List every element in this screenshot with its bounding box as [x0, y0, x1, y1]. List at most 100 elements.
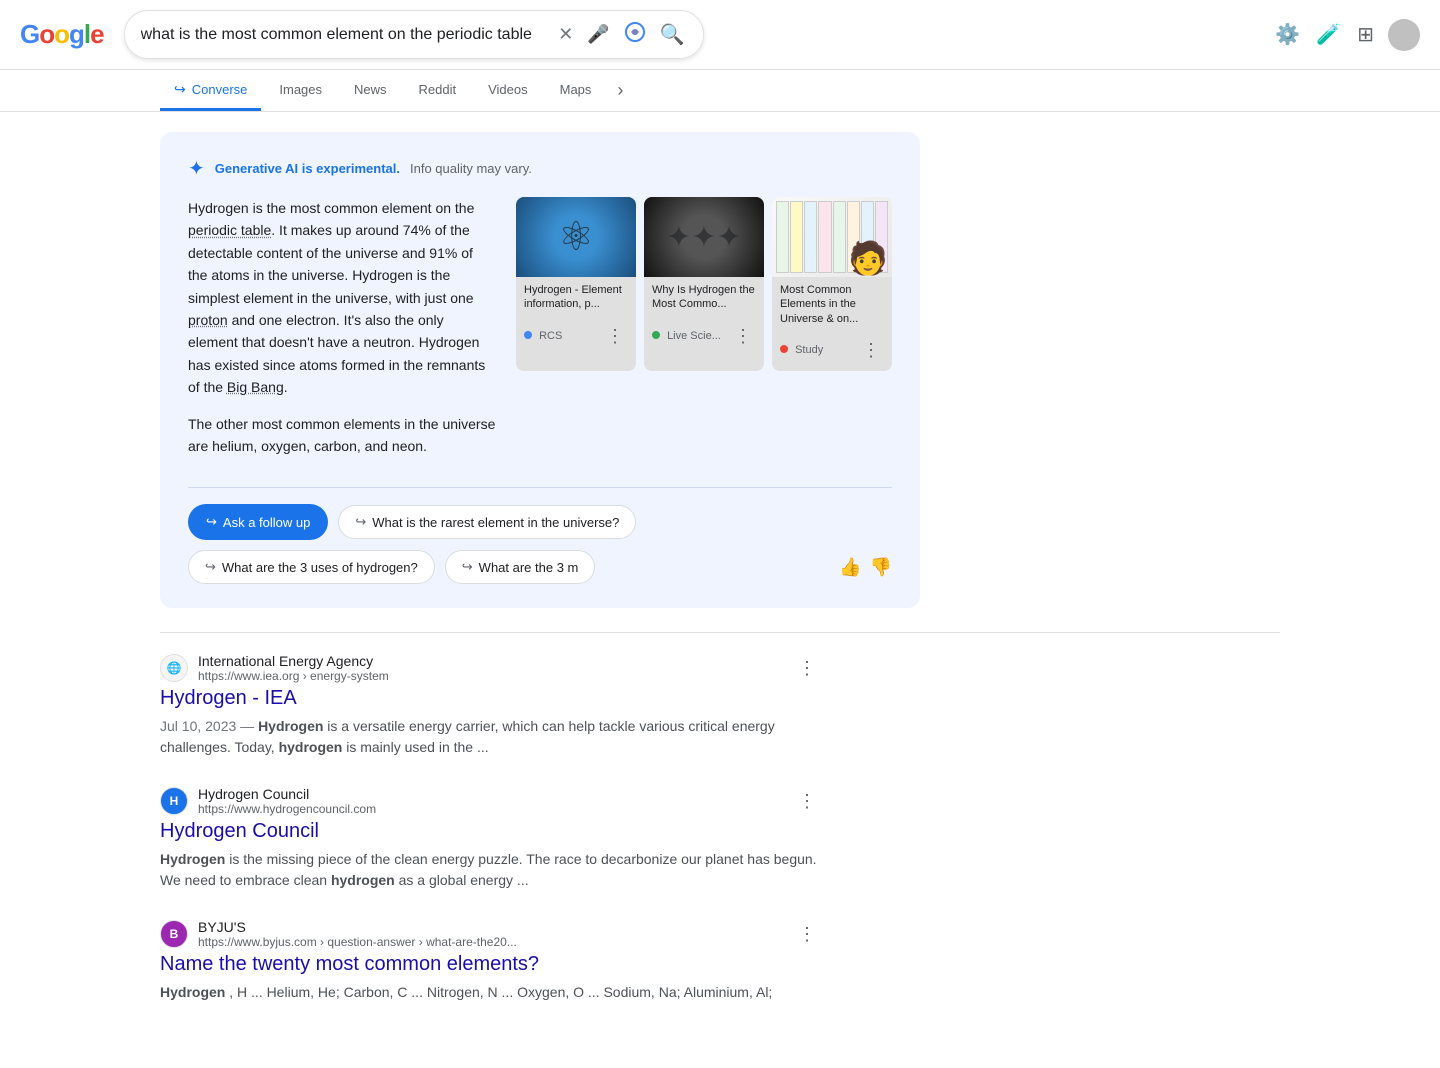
tab-videos-label: Videos	[488, 82, 528, 97]
clear-button[interactable]: ✕	[556, 22, 575, 47]
result-title-hc[interactable]: Hydrogen Council	[160, 820, 820, 843]
search-icons: ✕ 🎤 🔍	[556, 19, 686, 50]
proton-link[interactable]: proton	[188, 312, 228, 328]
result-site-name-hc: Hydrogen Council	[198, 786, 784, 802]
ai-image-card-2[interactable]: ✦✦✦ Why Is Hydrogen the Most Commo... Li…	[644, 197, 764, 371]
search-icon: 🔍	[660, 22, 685, 47]
result-date-iea: Jul 10, 2023 —	[160, 718, 254, 734]
gear-icon: ⚙️	[1275, 22, 1300, 47]
ai-image-source-2: Live Scie... ⋮	[644, 318, 764, 357]
followup-bar: ↪ Ask a follow up ↪ What is the rarest e…	[188, 487, 892, 584]
result-favicon-iea: 🌐	[160, 654, 188, 682]
image-menu-1[interactable]: ⋮	[602, 322, 628, 351]
labs-button[interactable]: 🧪	[1314, 20, 1343, 49]
ai-image-thumb-3: 🧑	[772, 197, 892, 277]
ai-text: Hydrogen is the most common element on t…	[188, 197, 496, 471]
followup-rarest-button[interactable]: ↪ What is the rarest element in the univ…	[338, 505, 636, 539]
tab-images[interactable]: Images	[265, 72, 336, 110]
result-menu-hc[interactable]: ⋮	[794, 787, 820, 816]
tab-converse-label: Converse	[192, 82, 248, 97]
ai-image-card-3[interactable]: 🧑 Most Common Elements in the Universe &…	[772, 197, 892, 371]
ai-sparkle-icon: ✦	[188, 156, 205, 181]
ai-image-thumb-1: ⚛	[516, 197, 636, 277]
ai-header: ✦ Generative AI is experimental. Info qu…	[188, 156, 892, 181]
followup-uses-label: What are the 3 uses of hydrogen?	[222, 560, 418, 575]
voice-search-button[interactable]: 🎤	[585, 22, 611, 47]
result-site-name-byjus: BYJU'S	[198, 919, 784, 935]
result-menu-iea[interactable]: ⋮	[794, 654, 820, 683]
followup-arrow-icon-4: ↪	[462, 559, 473, 575]
ai-paragraph-2: The other most common elements in the un…	[188, 413, 496, 458]
header-right: ⚙️ 🧪 ⊞	[1273, 19, 1420, 51]
source-dot-1	[524, 331, 532, 339]
result-favicon-hc: H	[160, 787, 188, 815]
thumbs-down-icon: 👎	[870, 557, 892, 577]
feedback-icons: 👍 👎	[839, 557, 892, 578]
tab-reddit-label: Reddit	[419, 82, 457, 97]
microphone-icon: 🎤	[587, 24, 609, 45]
result-item-byjus: B BYJU'S https://www.byjus.com › questio…	[160, 919, 820, 1003]
result-snippet-bold1-hc: Hydrogen	[160, 851, 225, 867]
image-menu-2[interactable]: ⋮	[730, 322, 756, 351]
big-bang-link[interactable]: Big Bang	[227, 379, 284, 395]
result-snippet-hc: Hydrogen is the missing piece of the cle…	[160, 849, 820, 891]
search-input[interactable]	[141, 26, 547, 44]
ask-followup-button[interactable]: ↪ Ask a follow up	[188, 504, 328, 540]
lens-search-button[interactable]	[622, 19, 648, 50]
followup-uses-button[interactable]: ↪ What are the 3 uses of hydrogen?	[188, 550, 435, 584]
result-snippet-bold1-iea: Hydrogen	[258, 718, 323, 734]
ai-image-card-1[interactable]: ⚛ Hydrogen - Element information, p... R…	[516, 197, 636, 371]
followup-rarest-label: What is the rarest element in the univer…	[372, 515, 619, 530]
ai-images: ⚛ Hydrogen - Element information, p... R…	[516, 197, 892, 471]
ai-image-cards: ⚛ Hydrogen - Element information, p... R…	[516, 197, 892, 371]
search-button[interactable]: 🔍	[658, 20, 687, 49]
result-snippet-iea: Jul 10, 2023 — Hydrogen is a versatile e…	[160, 716, 820, 758]
followup-arrow-icon-2: ↪	[355, 514, 366, 530]
result-snippet-text2-iea: is mainly used in the ...	[346, 739, 488, 755]
result-site-name-iea: International Energy Agency	[198, 653, 784, 669]
tab-videos[interactable]: Videos	[474, 72, 542, 110]
result-favicon-byjus: B	[160, 920, 188, 948]
periodic-table-link[interactable]: periodic table	[188, 222, 271, 238]
result-snippet-bold2-iea: hydrogen	[279, 739, 343, 755]
result-title-byjus[interactable]: Name the twenty most common elements?	[160, 953, 820, 976]
result-snippet-text1-byjus: , H ... Helium, He; Carbon, C ... Nitrog…	[229, 984, 772, 1000]
result-url-iea: https://www.iea.org › energy-system	[198, 669, 784, 683]
followup-what3-button[interactable]: ↪ What are the 3 m	[445, 550, 596, 584]
result-menu-byjus[interactable]: ⋮	[794, 920, 820, 949]
avatar[interactable]	[1388, 19, 1420, 51]
image-menu-3[interactable]: ⋮	[858, 336, 884, 365]
apps-button[interactable]: ⊞	[1355, 20, 1376, 49]
ai-image-source-3: Study ⋮	[772, 332, 892, 371]
result-site-info-iea: International Energy Agency https://www.…	[198, 653, 784, 683]
labs-icon: 🧪	[1316, 22, 1341, 47]
nav-more-button[interactable]: ›	[609, 70, 631, 111]
thumbs-down-button[interactable]: 👎	[870, 557, 892, 578]
tab-images-label: Images	[279, 82, 322, 97]
result-snippet-text2-hc: as a global energy ...	[399, 872, 529, 888]
ai-image-caption-3: Most Common Elements in the Universe & o…	[772, 277, 892, 332]
followup-what3-label: What are the 3 m	[479, 560, 579, 575]
iea-favicon-img: 🌐	[167, 661, 182, 675]
header: Google ✕ 🎤	[0, 0, 1440, 70]
tab-reddit[interactable]: Reddit	[405, 72, 471, 110]
thumbs-up-icon: 👍	[839, 557, 861, 577]
thumbs-up-button[interactable]: 👍	[839, 557, 861, 578]
result-title-iea[interactable]: Hydrogen - IEA	[160, 687, 820, 710]
result-header-hc: H Hydrogen Council https://www.hydrogenc…	[160, 786, 820, 816]
result-item-iea: 🌐 International Energy Agency https://ww…	[160, 653, 820, 758]
ai-image-caption-1: Hydrogen - Element information, p...	[516, 277, 636, 318]
ai-experimental-label: Generative AI is experimental.	[215, 161, 400, 176]
ai-paragraph-1: Hydrogen is the most common element on t…	[188, 197, 496, 399]
tab-news[interactable]: News	[340, 72, 401, 110]
result-url-hc: https://www.hydrogencouncil.com	[198, 802, 784, 816]
result-snippet-byjus: Hydrogen , H ... Helium, He; Carbon, C .…	[160, 982, 820, 1003]
ai-image-caption-2: Why Is Hydrogen the Most Commo...	[644, 277, 764, 318]
nav-tabs: ↪ Converse Images News Reddit Videos Map…	[0, 70, 1440, 112]
tab-converse[interactable]: ↪ Converse	[160, 71, 261, 111]
byjus-favicon-text: B	[170, 927, 179, 941]
tab-maps[interactable]: Maps	[546, 72, 606, 110]
result-header-byjus: B BYJU'S https://www.byjus.com › questio…	[160, 919, 820, 949]
settings-button[interactable]: ⚙️	[1273, 20, 1302, 49]
result-snippet-bold1-byjus: Hydrogen	[160, 984, 225, 1000]
